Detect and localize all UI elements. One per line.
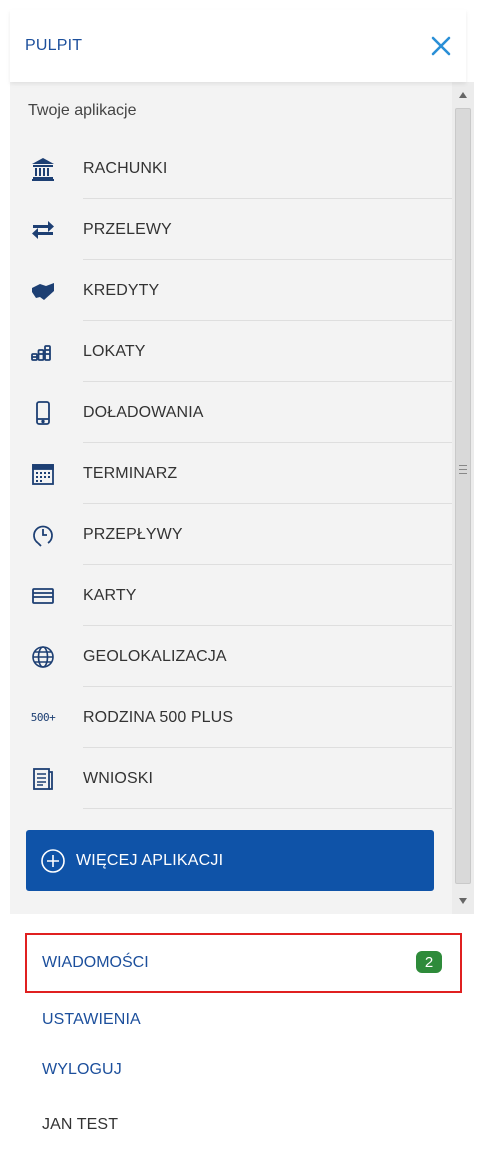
scroll-down-arrow-icon[interactable]: [452, 890, 474, 912]
globe-icon: [30, 644, 56, 670]
app-item-doladowania[interactable]: DOŁADOWANIA: [10, 382, 452, 443]
app-item-przeplywy[interactable]: PRZEPŁYWY: [10, 504, 452, 565]
app-item-geolokalizacja[interactable]: GEOLOKALIZACJA: [10, 626, 452, 687]
apps-panel: Twoje aplikacje RACHUNKI PRZELEWY KREDYT…: [10, 82, 474, 914]
mobile-phone-icon: [30, 400, 56, 426]
app-item-label: TERMINARZ: [83, 464, 178, 482]
scroll-up-arrow-icon[interactable]: [452, 84, 474, 106]
user-name: JAN TEST: [42, 1116, 119, 1133]
clock-flow-icon: [30, 522, 56, 548]
header: PULPIT: [10, 10, 466, 82]
document-icon: [30, 766, 56, 792]
calendar-icon: [30, 461, 56, 487]
card-icon: [30, 583, 56, 609]
messages-count-badge: 2: [416, 951, 442, 973]
messages-label: WIADOMOŚCI: [42, 954, 149, 971]
page-title[interactable]: PULPIT: [25, 37, 82, 55]
app-item-label: RACHUNKI: [83, 159, 168, 177]
app-item-rodzina-500-plus[interactable]: 500+ RODZINA 500 PLUS: [10, 687, 452, 748]
credit-handshake-icon: [30, 278, 56, 304]
app-item-rachunki[interactable]: RACHUNKI: [10, 138, 452, 199]
close-icon[interactable]: [428, 33, 454, 59]
messages-link[interactable]: WIADOMOŚCI 2: [25, 933, 462, 993]
app-item-label: RODZINA 500 PLUS: [83, 708, 234, 726]
plus-circle-icon: [41, 848, 65, 873]
more-apps-label: WIĘCEJ APLIKACJI: [76, 851, 224, 869]
app-item-label: KREDYTY: [83, 281, 160, 299]
apps-list: Twoje aplikacje RACHUNKI PRZELEWY KREDYT…: [10, 82, 452, 914]
app-item-lokaty[interactable]: LOKATY: [10, 321, 452, 382]
transfer-arrows-icon: [30, 217, 56, 243]
bank-icon: [30, 156, 56, 182]
app-item-label: PRZEPŁYWY: [83, 525, 183, 543]
app-item-label: LOKATY: [83, 342, 146, 360]
500-plus-icon: 500+: [30, 711, 56, 724]
scroll-thumb[interactable]: [455, 108, 471, 884]
app-item-wnioski[interactable]: WNIOSKI: [10, 748, 452, 809]
app-item-label: DOŁADOWANIA: [83, 403, 204, 421]
apps-heading: Twoje aplikacje: [28, 102, 137, 119]
app-item-label: KARTY: [83, 586, 137, 604]
coin-stacks-icon: [30, 339, 56, 365]
app-item-przelewy[interactable]: PRZELEWY: [10, 199, 452, 260]
scrollbar[interactable]: [452, 82, 474, 914]
app-item-label: WNIOSKI: [83, 769, 154, 787]
app-item-karty[interactable]: KARTY: [10, 565, 452, 626]
logout-link[interactable]: WYLOGUJ: [42, 1061, 122, 1079]
app-item-terminarz[interactable]: TERMINARZ: [10, 443, 452, 504]
app-item-label: GEOLOKALIZACJA: [83, 647, 227, 665]
app-item-kredyty[interactable]: KREDYTY: [10, 260, 452, 321]
settings-link[interactable]: USTAWIENIA: [42, 1011, 141, 1029]
app-item-label: PRZELEWY: [83, 220, 172, 238]
more-apps-button[interactable]: WIĘCEJ APLIKACJI: [26, 830, 434, 891]
